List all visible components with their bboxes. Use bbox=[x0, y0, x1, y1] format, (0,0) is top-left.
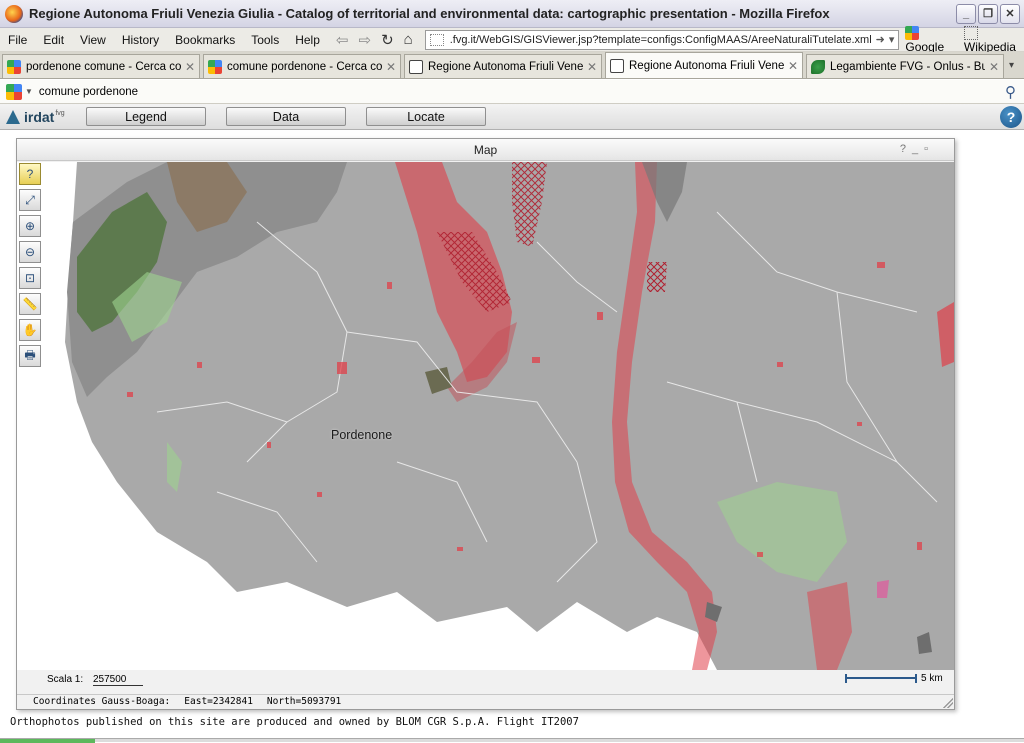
search-input[interactable]: comune pordenone bbox=[39, 86, 1005, 98]
search-icon[interactable]: ⚲ bbox=[1005, 83, 1016, 101]
scalebar-text: 5 km bbox=[921, 673, 943, 684]
coords-label: Coordinates Gauss-Boaga: bbox=[33, 696, 171, 707]
locate-button[interactable]: Locate bbox=[366, 107, 486, 126]
dropdown-icon[interactable]: ▼ bbox=[25, 87, 33, 96]
scale-input[interactable]: 257500 bbox=[93, 674, 143, 686]
reload-icon[interactable]: ↻ bbox=[381, 31, 394, 49]
close-tab-icon[interactable]: ✕ bbox=[788, 59, 798, 73]
tab-bar: pordenone comune - Cerca co... ✕ comune … bbox=[0, 52, 1024, 79]
tab-3[interactable]: Regione Autonoma Friuli Venez... ✕ bbox=[404, 54, 602, 78]
legend-button[interactable]: Legend bbox=[86, 107, 206, 126]
scale-label: Scala 1: bbox=[47, 674, 84, 685]
google-toolbar: ▼ comune pordenone ⚲ bbox=[0, 80, 1024, 104]
page-icon bbox=[963, 25, 978, 40]
close-tab-icon[interactable]: ✕ bbox=[989, 60, 999, 74]
map-place-label: Pordenone bbox=[331, 428, 393, 442]
region-icon bbox=[610, 58, 624, 73]
site-identity-icon[interactable] bbox=[429, 33, 444, 46]
google-icon[interactable] bbox=[6, 83, 22, 100]
map-minimize-icon[interactable]: _ bbox=[912, 143, 918, 155]
app-toolbar: irdat fvg Legend Data Locate ? bbox=[0, 104, 1024, 130]
zoom-out-icon[interactable]: ⊖ bbox=[19, 241, 41, 263]
menu-view[interactable]: View bbox=[72, 33, 114, 47]
minimize-button[interactable]: _ bbox=[956, 3, 976, 24]
help-button[interactable]: ? bbox=[1000, 106, 1022, 128]
google-icon bbox=[208, 59, 222, 74]
map-toolbar: ? ⤢ ⊕ ⊖ ⊡ 📏 ✋ 🖶 bbox=[19, 163, 41, 367]
coords-east: East=2342841 bbox=[184, 696, 253, 707]
url-text[interactable]: .fvg.it/WebGIS/GISViewer.jsp?template=co… bbox=[450, 34, 872, 46]
go-arrow-icon[interactable]: ➜ bbox=[876, 33, 885, 46]
menu-edit[interactable]: Edit bbox=[35, 33, 72, 47]
menu-file[interactable]: File bbox=[0, 33, 35, 47]
status-bar bbox=[0, 738, 1024, 743]
coords-north: North=5093791 bbox=[266, 696, 342, 707]
map-canvas[interactable]: ? ⤢ ⊕ ⊖ ⊡ 📏 ✋ 🖶 Pordenone bbox=[17, 162, 954, 670]
map-maximize-icon[interactable]: ▫ bbox=[924, 143, 928, 155]
irdat-logo: irdat fvg bbox=[6, 109, 86, 125]
measure-icon[interactable]: 📏 bbox=[19, 293, 41, 315]
zoom-in-icon[interactable]: ⊕ bbox=[19, 215, 41, 237]
tab-1[interactable]: pordenone comune - Cerca co... ✕ bbox=[2, 54, 200, 78]
coordinates-bar: Coordinates Gauss-Boaga: East=2342841 Nort… bbox=[17, 694, 954, 709]
tab-5[interactable]: Legambiente FVG - Onlus - Buli... ✕ bbox=[806, 54, 1004, 78]
back-arrow-icon[interactable]: ⇦ bbox=[336, 31, 349, 49]
home-icon[interactable]: ⌂ bbox=[404, 31, 413, 48]
window-title: Regione Autonoma Friuli Venezia Giulia -… bbox=[29, 6, 830, 21]
scalebar bbox=[845, 674, 917, 683]
print-icon[interactable]: 🖶 bbox=[19, 345, 41, 367]
close-window-button[interactable]: ✕ bbox=[1000, 3, 1020, 24]
resize-grip-icon[interactable] bbox=[943, 698, 953, 708]
restore-button[interactable]: ❐ bbox=[978, 3, 998, 24]
zoom-box-icon[interactable]: ⊡ bbox=[19, 267, 41, 289]
close-tab-icon[interactable]: ✕ bbox=[185, 60, 195, 74]
scale-area: Scala 1: 257500 5 km bbox=[17, 670, 954, 694]
url-bar[interactable]: .fvg.it/WebGIS/GISViewer.jsp?template=co… bbox=[424, 29, 900, 50]
leaf-icon bbox=[811, 59, 825, 74]
map-render bbox=[17, 162, 954, 670]
url-dropdown-icon[interactable]: ▾ bbox=[889, 33, 895, 46]
tab-list-icon[interactable]: ▾ bbox=[1009, 60, 1014, 71]
menu-tools[interactable]: Tools bbox=[243, 33, 287, 47]
menu-bar: File Edit View History Bookmarks Tools H… bbox=[0, 25, 1024, 54]
google-icon bbox=[7, 59, 21, 74]
firefox-icon bbox=[5, 4, 23, 23]
tab-4-active[interactable]: Regione Autonoma Friuli Venez... ✕ bbox=[605, 52, 803, 78]
data-button[interactable]: Data bbox=[226, 107, 346, 126]
forward-arrow-icon[interactable]: ⇨ bbox=[358, 31, 371, 49]
orthophoto-credit: Orthophotos published on this site are p… bbox=[10, 716, 579, 728]
window-title-bar: Regione Autonoma Friuli Venezia Giulia -… bbox=[0, 0, 1024, 28]
pan-icon[interactable]: ✋ bbox=[19, 319, 41, 341]
map-help-icon[interactable]: ? bbox=[900, 143, 906, 155]
zoom-extent-icon[interactable]: ⤢ bbox=[19, 189, 41, 211]
bookmark-wikipedia[interactable]: Wikipedia bbox=[963, 25, 1024, 54]
map-window: Map ? _ ▫ ? ⤢ ⊕ ⊖ ⊡ 📏 ✋ 🖶 Pordenone Scal… bbox=[16, 138, 955, 710]
progress-indicator bbox=[0, 739, 95, 743]
region-icon bbox=[409, 59, 423, 74]
query-icon[interactable]: ? bbox=[19, 163, 41, 185]
menu-history[interactable]: History bbox=[114, 33, 167, 47]
logo-mark-icon bbox=[6, 109, 20, 124]
google-icon bbox=[905, 25, 920, 40]
bookmark-google[interactable]: Google bbox=[905, 25, 953, 54]
tab-2[interactable]: comune pordenone - Cerca co... ✕ bbox=[203, 54, 401, 78]
menu-help[interactable]: Help bbox=[287, 33, 328, 47]
menu-bookmarks[interactable]: Bookmarks bbox=[167, 33, 243, 47]
map-window-header[interactable]: Map ? _ ▫ bbox=[17, 139, 954, 161]
map-window-title: Map bbox=[473, 142, 498, 157]
close-tab-icon[interactable]: ✕ bbox=[587, 60, 597, 74]
close-tab-icon[interactable]: ✕ bbox=[386, 60, 396, 74]
